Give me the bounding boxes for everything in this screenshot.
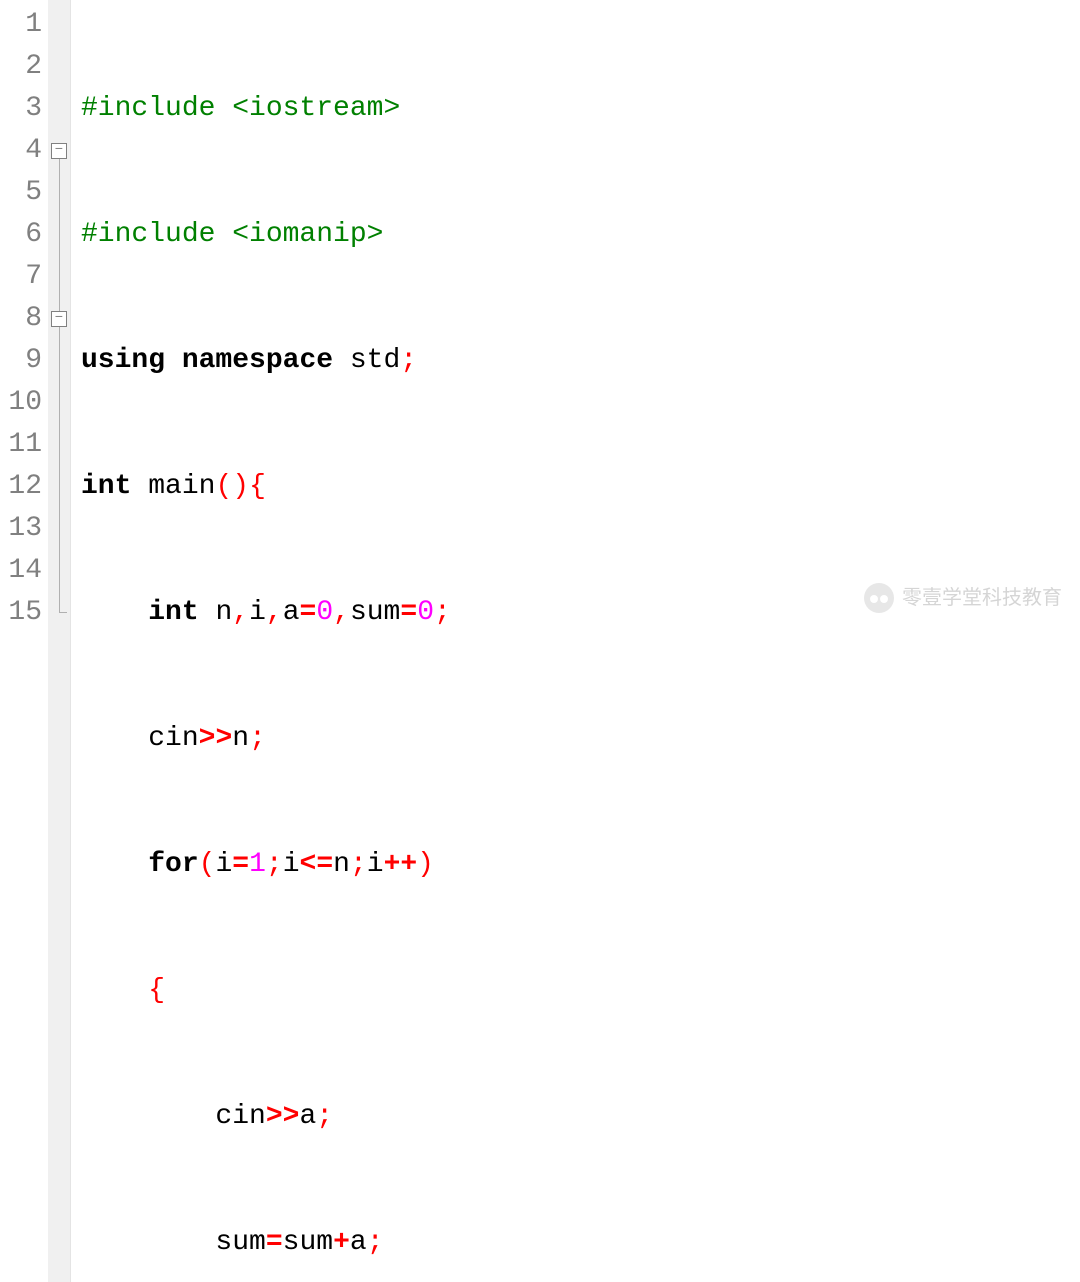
code-line: { [81, 970, 871, 1012]
watermark-text: 零壹学堂科技教育 [902, 583, 1062, 613]
line-number: 6 [4, 214, 42, 256]
code-area[interactable]: #include <iostream> #include <iomanip> u… [71, 0, 871, 1282]
line-number: 13 [4, 508, 42, 550]
line-number: 14 [4, 550, 42, 592]
code-line: #include <iostream> [81, 88, 871, 130]
code-line: using namespace std; [81, 340, 871, 382]
line-number: 8 [4, 298, 42, 340]
line-number: 9 [4, 340, 42, 382]
line-number: 10 [4, 382, 42, 424]
line-number-gutter: 1 2 3 4 5 6 7 8 9 10 11 12 13 14 15 [0, 0, 48, 1282]
line-number: 15 [4, 592, 42, 634]
line-number: 1 [4, 4, 42, 46]
watermark: 零壹学堂科技教育 [864, 583, 1062, 613]
line-number: 5 [4, 172, 42, 214]
code-line: int main(){ [81, 466, 871, 508]
code-line: cin>>n; [81, 718, 871, 760]
code-line: int n,i,a=0,sum=0; [81, 592, 871, 634]
fold-toggle[interactable]: − [48, 298, 70, 340]
line-number: 7 [4, 256, 42, 298]
line-number: 11 [4, 424, 42, 466]
line-number: 4 [4, 130, 42, 172]
wechat-icon [864, 583, 894, 613]
code-line: sum=sum+a; [81, 1222, 871, 1264]
fold-toggle[interactable]: − [48, 130, 70, 172]
code-line: for(i=1;i<=n;i++) [81, 844, 871, 886]
line-number: 12 [4, 466, 42, 508]
code-line: #include <iomanip> [81, 214, 871, 256]
fold-gutter: − − [48, 0, 71, 1282]
code-line: cin>>a; [81, 1096, 871, 1138]
code-editor: 1 2 3 4 5 6 7 8 9 10 11 12 13 14 15 − − … [0, 0, 1080, 1282]
line-number: 3 [4, 88, 42, 130]
line-number: 2 [4, 46, 42, 88]
